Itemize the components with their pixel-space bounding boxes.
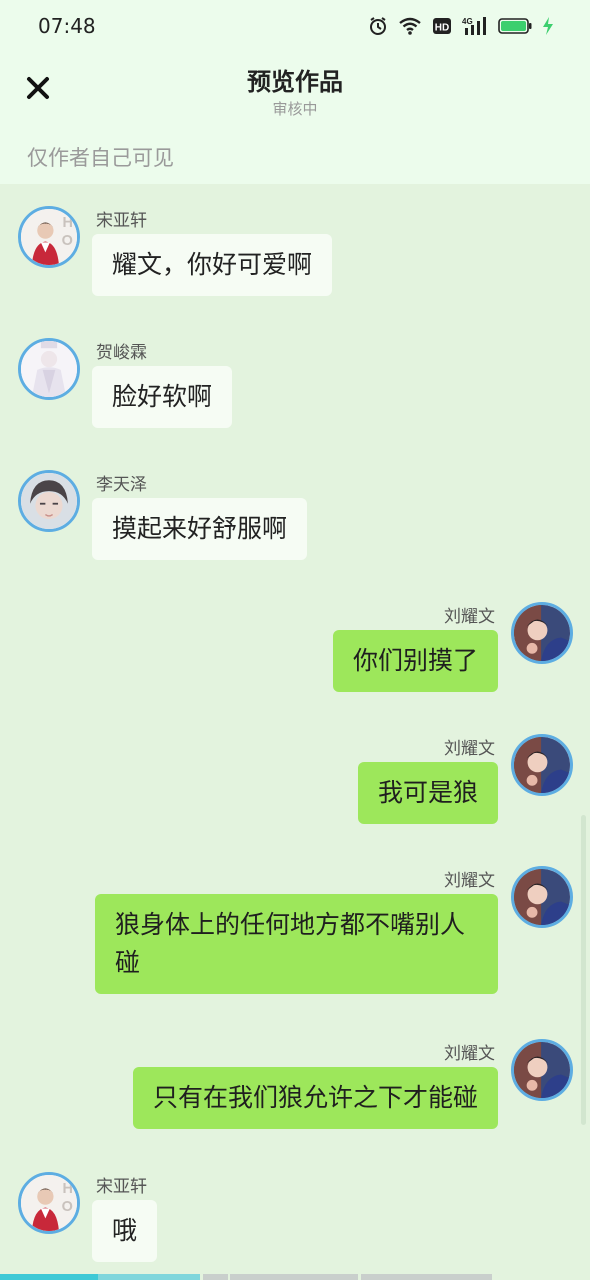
svg-text:O: O — [62, 233, 73, 249]
charging-icon — [542, 16, 554, 36]
sender-name: 刘耀文 — [444, 871, 495, 891]
avatar[interactable]: H O — [18, 1172, 80, 1234]
status-time: 07:48 — [38, 14, 96, 38]
avatar[interactable] — [511, 866, 573, 928]
message-bubble[interactable]: 我可是狼 — [357, 762, 498, 824]
avatar[interactable] — [511, 1039, 573, 1101]
message-bubble[interactable]: 耀文，你好可爱啊 — [92, 234, 333, 296]
avatar[interactable]: H O — [18, 206, 80, 268]
visibility-note: 仅作者自己可见 — [27, 146, 174, 170]
progress-segment — [230, 1274, 358, 1280]
avatar[interactable] — [511, 734, 573, 796]
review-status: 审核中 — [272, 100, 318, 118]
svg-text:4G: 4G — [462, 17, 473, 26]
progress-segment — [203, 1274, 228, 1280]
status-bar: 07:48 HD 4G — [0, 0, 590, 52]
message-bubble[interactable]: 哦 — [92, 1200, 158, 1262]
message-bubble[interactable]: 脸好软啊 — [92, 366, 233, 428]
message-bubble[interactable]: 狼身体上的任何地方都不嘴别人碰 — [95, 894, 498, 994]
alarm-icon — [368, 16, 388, 36]
svg-text:HD: HD — [435, 23, 449, 34]
sender-name: 贺峻霖 — [96, 343, 147, 363]
progress-segment — [98, 1274, 200, 1280]
battery-icon — [498, 16, 532, 36]
sender-name: 宋亚轩 — [96, 211, 147, 231]
message-bubble[interactable]: 你们别摸了 — [332, 630, 498, 692]
avatar[interactable] — [511, 602, 573, 664]
avatar[interactable] — [18, 338, 80, 400]
wifi-icon — [398, 16, 422, 36]
progress-bar — [0, 1274, 590, 1280]
svg-text:H: H — [63, 215, 73, 231]
message-bubble[interactable]: 只有在我们狼允许之下才能碰 — [132, 1067, 498, 1129]
sender-name: 宋亚轩 — [96, 1177, 147, 1197]
status-icons: HD 4G — [368, 16, 554, 36]
page-title: 预览作品 — [247, 68, 343, 96]
sender-name: 刘耀文 — [444, 739, 495, 759]
svg-text:O: O — [62, 1199, 73, 1215]
hd-icon: HD — [432, 16, 452, 36]
sender-name: 李天泽 — [96, 475, 147, 495]
sender-name: 刘耀文 — [444, 1044, 495, 1064]
scrollbar[interactable] — [581, 815, 586, 1125]
progress-segment — [361, 1274, 492, 1280]
signal-4g-icon: 4G — [462, 16, 488, 36]
svg-text:H: H — [63, 1181, 73, 1197]
sender-name: 刘耀文 — [444, 607, 495, 627]
avatar[interactable] — [18, 470, 80, 532]
message-bubble[interactable]: 摸起来好舒服啊 — [92, 498, 308, 560]
header: 预览作品 审核中 仅作者自己可见 — [0, 52, 590, 184]
chat-list[interactable]: H O 宋亚轩 耀文，你好可爱啊 贺峻霖 脸好软啊 李天泽 摸起来好舒服啊 刘耀… — [0, 184, 590, 1280]
